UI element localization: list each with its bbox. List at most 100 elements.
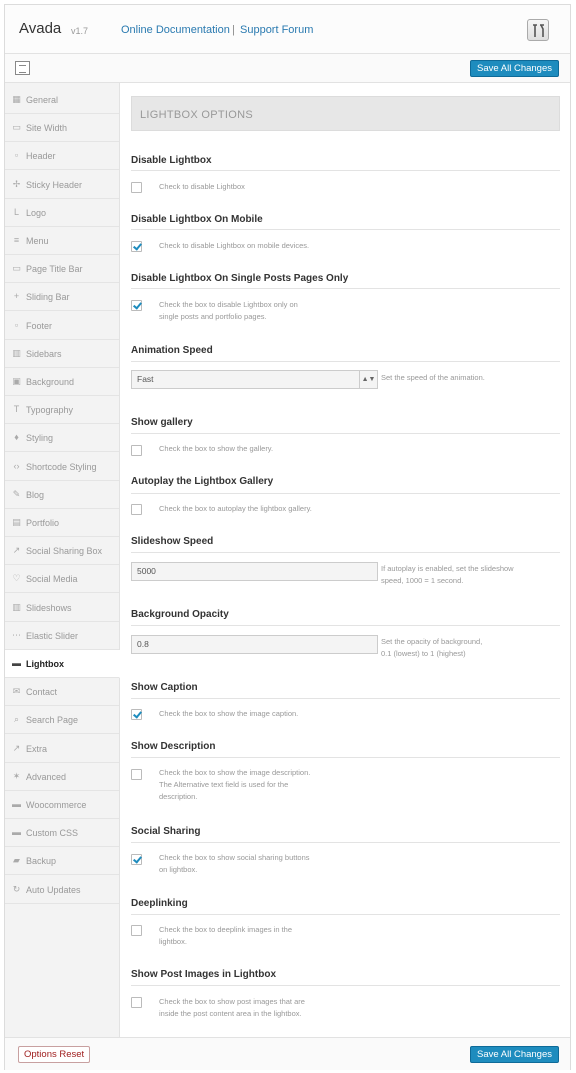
save-all-changes-button-top[interactable]: Save All Changes (470, 60, 559, 77)
tools-icon[interactable] (527, 19, 549, 41)
sidebar-item-advanced[interactable]: ✶ Advanced (5, 763, 119, 791)
sidebar-item-sliding-bar[interactable]: + Sliding Bar (5, 283, 119, 312)
sidebar-item-menu[interactable]: ≡ Menu (5, 227, 119, 255)
selected-value: Fast (137, 374, 154, 384)
option-description: Set the opacity of background, 0.1 (lowe… (381, 636, 546, 660)
background-icon: ▣ (12, 376, 21, 386)
sidebar-item-slideshows[interactable]: ▥ Slideshows (5, 594, 119, 622)
show-description-checkbox[interactable] (131, 769, 142, 780)
divider (131, 698, 560, 699)
option-description: Check the box to deeplink images in the … (159, 924, 292, 948)
sidebar-item-custom-css[interactable]: ▬ Custom CSS (5, 819, 119, 848)
sidebar-item-label: Footer (26, 320, 53, 331)
external-icon: ↗ (12, 742, 21, 753)
desc-line: Check the box to disable Lightbox only o… (159, 300, 298, 309)
sidebar-item-logo[interactable]: L Logo (5, 199, 119, 227)
sidebar-item-social-sharing-box[interactable]: ↗ Social Sharing Box (5, 537, 119, 566)
sidebar-item-shortcode-styling[interactable]: ‹› Shortcode Styling (5, 453, 119, 481)
link-separator: | (232, 24, 235, 36)
option-title: Disable Lightbox On Mobile (131, 214, 263, 225)
disable-lightbox-checkbox[interactable] (131, 182, 142, 193)
disable-single-checkbox[interactable] (131, 300, 142, 311)
sidebar-item-site-width[interactable]: ▭ Site Width (5, 114, 119, 143)
sidebar-item-label: Social Media (26, 574, 78, 585)
sidebar-item-label: Social Sharing Box (26, 546, 103, 557)
divider (131, 985, 560, 986)
sidebar-item-portfolio[interactable]: ▤ Portfolio (5, 509, 119, 537)
sidebar-item-backup[interactable]: ▰ Backup (5, 847, 119, 876)
option-description: Check the box to show social sharing but… (159, 852, 310, 876)
collapse-icon[interactable] (15, 61, 30, 75)
desc-line: speed, 1000 = 1 second. (381, 576, 464, 585)
divider (131, 493, 560, 494)
sidebar-item-sticky-header[interactable]: ✢ Sticky Header (5, 171, 119, 199)
deeplinking-checkbox[interactable] (131, 925, 142, 936)
sidebar-item-elastic-slider[interactable]: ⋯ Elastic Slider (5, 622, 119, 650)
sidebar-item-label: Sliding Bar (26, 292, 70, 303)
sidebars-icon: ▥ (12, 347, 21, 358)
sidebar-item-blog[interactable]: ✎ Blog (5, 481, 119, 509)
sidebar-item-woocommerce[interactable]: ▬ Woocommerce (5, 791, 119, 819)
slideshow-speed-input[interactable]: 5000 (131, 562, 378, 581)
post-images-checkbox[interactable] (131, 997, 142, 1008)
sidebar-item-sidebars[interactable]: ▥ Sidebars (5, 340, 119, 368)
slider-icon: ⋯ (12, 629, 21, 640)
background-opacity-input[interactable]: 0.8 (131, 635, 378, 654)
footer-icon: ▫ (14, 319, 19, 330)
sidebar-item-label: Woocommerce (26, 800, 87, 810)
option-title: Animation Speed (131, 345, 213, 356)
sidebar-item-footer[interactable]: ▫ Footer (5, 312, 119, 340)
disable-mobile-checkbox[interactable] (131, 241, 142, 252)
divider (131, 625, 560, 626)
sidebar-item-page-title-bar[interactable]: ▭ Page Title Bar (5, 255, 119, 284)
sidebar-item-auto-updates[interactable]: ↻ Auto Updates (5, 876, 119, 904)
sidebar-item-label: Backup (26, 856, 57, 867)
support-forum-link[interactable]: Support Forum (240, 24, 313, 36)
sidebar-item-lightbox[interactable]: ▬ Lightbox (5, 650, 120, 678)
sidebar-item-extra[interactable]: ↗ Extra (5, 735, 119, 763)
sidebar-item-search-page[interactable]: ⌕ Search Page (5, 706, 119, 735)
sidebar-item-label: Custom CSS (26, 828, 79, 839)
options-reset-button[interactable]: Options Reset (18, 1046, 91, 1063)
sidebar-item-contact[interactable]: ✉ Contact (5, 678, 119, 707)
sidebar-item-typography[interactable]: T Typography (5, 396, 119, 425)
show-caption-checkbox[interactable] (131, 709, 142, 720)
plus-icon: + (13, 291, 20, 302)
divider (131, 842, 560, 843)
title-bar-icon: ▭ (12, 263, 21, 274)
option-description: If autoplay is enabled, set the slidesho… (381, 563, 546, 587)
sidebar-item-header[interactable]: ▫ Header (5, 142, 119, 171)
divider (131, 433, 560, 434)
section-title: LIGHTBOX OPTIONS (140, 109, 253, 121)
divider (131, 361, 560, 362)
autoplay-checkbox[interactable] (131, 504, 142, 515)
section-banner: LIGHTBOX OPTIONS (131, 96, 560, 131)
backup-icon: ▰ (13, 855, 20, 866)
portfolio-icon: ▤ (12, 517, 21, 527)
option-description: Check the box to show the image caption. (159, 709, 299, 718)
brand-name: Avada (19, 20, 62, 37)
option-description: Check the box to disable Lightbox only o… (159, 299, 298, 323)
sidebar-item-label: Advanced (26, 771, 67, 782)
heart-icon: ♡ (12, 573, 21, 584)
envelope-icon: ✉ (12, 686, 21, 697)
save-all-changes-button-bottom[interactable]: Save All Changes (470, 1046, 559, 1063)
online-documentation-link[interactable]: Online Documentation (121, 24, 230, 36)
animation-speed-select[interactable]: Fast ▲▼ (131, 370, 378, 389)
sidebar-item-background[interactable]: ▣ Background (5, 368, 119, 396)
sidebar-item-label: Menu (26, 236, 49, 246)
typography-icon: T (13, 404, 20, 415)
option-description: Check the box to autoplay the lightbox g… (159, 504, 312, 513)
sidebar-item-social-media[interactable]: ♡ Social Media (5, 565, 119, 594)
option-description: Check to disable Lightbox (159, 182, 245, 191)
show-gallery-checkbox[interactable] (131, 445, 142, 456)
sidebar-item-general[interactable]: ▦ General (5, 86, 119, 114)
sidebar-item-label: Search Page (26, 715, 79, 726)
option-description: Set the speed of the animation. (381, 373, 485, 382)
sidebar-item-styling[interactable]: ♦ Styling (5, 424, 119, 453)
sidebar-item-label: Background (26, 377, 75, 387)
refresh-icon: ↻ (12, 883, 21, 894)
options-header: Avada v1.7 Online Documentation | Suppor… (5, 5, 570, 54)
options-main: LIGHTBOX OPTIONS Disable Lightbox Check … (121, 83, 570, 1037)
social-sharing-checkbox[interactable] (131, 854, 142, 865)
